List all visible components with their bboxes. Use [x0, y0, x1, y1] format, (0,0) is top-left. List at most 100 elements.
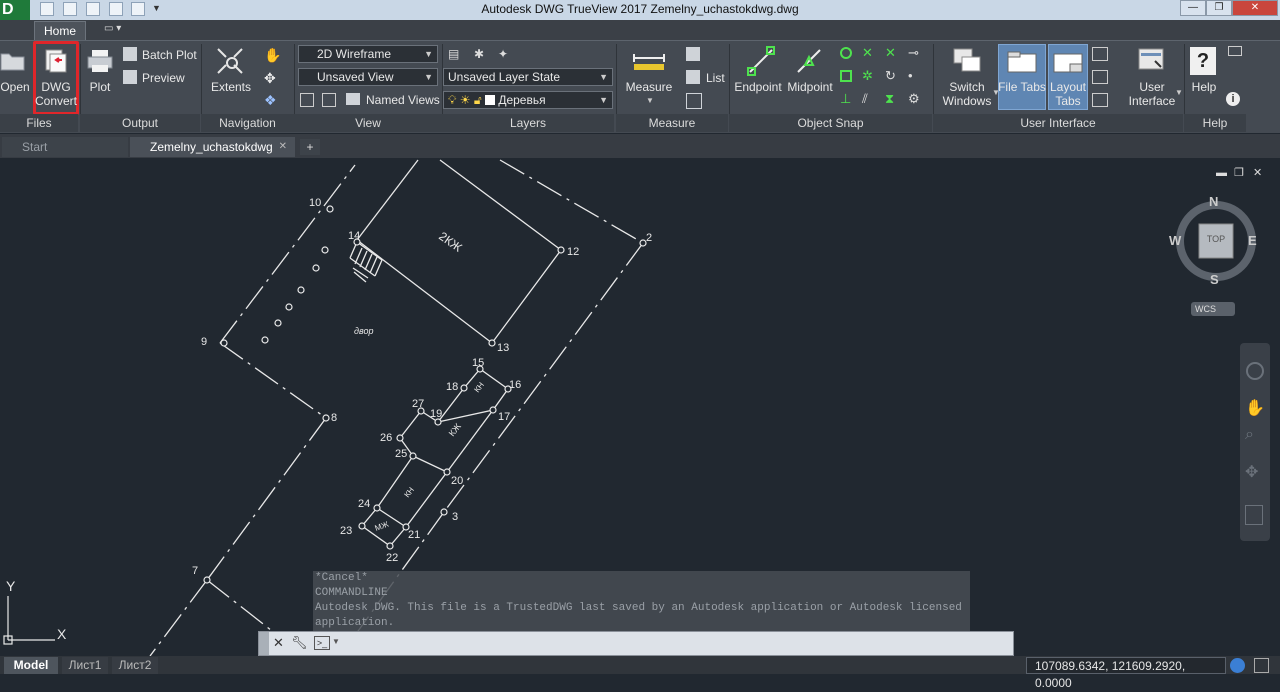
intersection-snap-icon[interactable]: ✕: [862, 45, 873, 61]
tile-vertical-icon[interactable]: [1092, 70, 1108, 84]
parallel-snap-icon[interactable]: ⫽: [862, 91, 868, 107]
orbit-icon[interactable]: ✥: [264, 70, 276, 87]
tab-home[interactable]: Home: [34, 21, 86, 40]
user-interface-line2[interactable]: Interface: [1124, 94, 1180, 108]
view-icon-2[interactable]: [322, 93, 336, 107]
point-label: 15: [472, 357, 484, 369]
nearest-snap-icon[interactable]: ⧗: [885, 91, 894, 107]
command-line: ✕ 🔧︎ >_ ▼: [258, 631, 1014, 656]
layer-properties-icon[interactable]: ▤: [448, 47, 459, 61]
dwg-convert-button-line1[interactable]: DWG: [34, 80, 78, 94]
named-view-dropdown[interactable]: Unsaved View ▼: [298, 68, 438, 86]
quadrant-snap-icon[interactable]: ✲: [862, 68, 873, 84]
file-tab-current[interactable]: Zemelny_uchastokdwg ✕: [130, 137, 295, 157]
measure-button[interactable]: Measure: [624, 80, 674, 94]
node-snap-icon[interactable]: [840, 70, 852, 82]
viewport-restore-icon[interactable]: ❐: [1234, 166, 1244, 179]
house-outline: [356, 159, 562, 344]
command-line-grip[interactable]: [259, 632, 269, 655]
midpoint-button[interactable]: Midpoint: [784, 80, 836, 94]
id-point-icon[interactable]: [686, 47, 700, 61]
plot-icon: [86, 48, 114, 74]
close-icon[interactable]: ✕: [273, 635, 284, 651]
command-prompt-icon[interactable]: >_: [314, 636, 330, 650]
wcs-menu[interactable]: WCS: [1191, 302, 1235, 316]
panel-title-output: Output: [80, 114, 200, 132]
extents-button[interactable]: Extents: [208, 80, 254, 94]
sun-icon: ☀: [459, 93, 471, 107]
viewport-minimize-icon[interactable]: ▬: [1216, 167, 1227, 179]
file-tabs-label: File Tabs: [998, 80, 1046, 94]
dwg-convert-button-line2[interactable]: Convert: [32, 94, 80, 108]
tab-layout1[interactable]: Лист1: [62, 657, 108, 674]
tab-model[interactable]: Model: [4, 657, 58, 674]
survey-points: [203, 205, 647, 584]
user-interface-dropdown-icon[interactable]: ▼: [1175, 88, 1183, 97]
help-button[interactable]: Help: [1186, 80, 1222, 94]
layer-off-icon[interactable]: ✱: [474, 47, 484, 61]
tangent-snap-icon[interactable]: ↻: [885, 68, 896, 84]
viewport-close-icon[interactable]: ✕: [1253, 166, 1262, 179]
cascade-icon[interactable]: [1092, 93, 1108, 107]
viewcube-east[interactable]: E: [1248, 233, 1257, 248]
pan-icon[interactable]: ✋: [1245, 398, 1265, 418]
extension-snap-icon[interactable]: ⊸: [908, 45, 919, 61]
visual-style-dropdown[interactable]: 2D Wireframe ▼: [298, 45, 438, 63]
workspace-dropdown[interactable]: ▭ ▾: [104, 23, 132, 37]
showmotion-icon[interactable]: [1245, 505, 1263, 525]
minimize-icon[interactable]: —: [1180, 0, 1206, 16]
switch-windows-line2[interactable]: Windows: [938, 94, 996, 108]
viewcube-north[interactable]: N: [1209, 194, 1218, 209]
current-layer-dropdown[interactable]: 💡︎ ☀ 🔓︎ Деревья ▼: [443, 91, 613, 109]
layer-isolate-icon[interactable]: ✦: [498, 47, 508, 61]
open-button[interactable]: Open: [0, 80, 30, 94]
viewport-icon[interactable]: ❖: [264, 92, 277, 109]
point-label: 23: [340, 525, 352, 537]
center-snap-icon[interactable]: [840, 47, 852, 59]
pan-icon[interactable]: ✋: [264, 47, 281, 64]
coordinates-readout: 107089.6342, 121609.2920, 0.0000: [1026, 657, 1226, 690]
steering-wheel-icon[interactable]: [1246, 362, 1264, 380]
viewcube-west[interactable]: W: [1169, 233, 1181, 248]
insert-snap-icon[interactable]: •: [908, 68, 913, 83]
command-input[interactable]: [345, 634, 1005, 653]
view-icon-1[interactable]: [300, 93, 314, 107]
minimize-ribbon-icon[interactable]: [1228, 46, 1242, 56]
user-interface-line1[interactable]: User: [1124, 80, 1180, 94]
list-button[interactable]: List: [706, 71, 725, 85]
apparent-snap-icon[interactable]: ✕: [885, 45, 896, 61]
point-label: 19: [430, 408, 442, 420]
perpendicular-snap-icon[interactable]: ⊥: [840, 91, 851, 107]
tile-horizontal-icon[interactable]: [1092, 47, 1108, 61]
recent-commands-icon[interactable]: ▼: [332, 637, 340, 646]
locate-point-icon[interactable]: [686, 93, 702, 109]
tab-layout2[interactable]: Лист2: [112, 657, 158, 674]
close-icon[interactable]: ✕: [279, 137, 287, 157]
file-tab-start[interactable]: Start: [2, 137, 128, 157]
snap-settings-icon[interactable]: ⚙: [908, 91, 920, 107]
status-menu-icon[interactable]: [1254, 658, 1269, 673]
measure-dropdown-icon[interactable]: ▼: [646, 96, 654, 105]
switch-windows-line1[interactable]: Switch: [938, 80, 996, 94]
batch-plot-button[interactable]: Batch Plot: [142, 48, 197, 62]
boundary-line: [499, 159, 644, 244]
new-tab-button[interactable]: +: [300, 139, 320, 155]
endpoint-button[interactable]: Endpoint: [732, 80, 784, 94]
status-toggle-icon[interactable]: [1230, 658, 1245, 673]
boundary-line: [219, 342, 327, 419]
named-views-button[interactable]: Named Views: [366, 93, 440, 107]
panel-title-object-snap: Object Snap: [729, 114, 932, 132]
layer-state-dropdown[interactable]: Unsaved Layer State ▼: [443, 68, 613, 86]
customize-wrench-icon[interactable]: 🔧︎: [291, 635, 308, 651]
zoom-icon[interactable]: ⌕: [1245, 426, 1254, 444]
viewcube-south[interactable]: S: [1210, 272, 1219, 287]
close-icon[interactable]: ✕: [1232, 0, 1278, 16]
plot-button[interactable]: Plot: [84, 80, 116, 94]
preview-button[interactable]: Preview: [142, 71, 185, 85]
restore-icon[interactable]: ❐: [1206, 0, 1232, 16]
ucs-x-label: X: [57, 626, 67, 642]
orbit-icon[interactable]: ✥: [1245, 462, 1258, 482]
viewcube-top-face[interactable]: TOP: [1199, 234, 1233, 244]
info-icon[interactable]: i: [1226, 92, 1240, 106]
named-views-icon: [346, 93, 360, 105]
